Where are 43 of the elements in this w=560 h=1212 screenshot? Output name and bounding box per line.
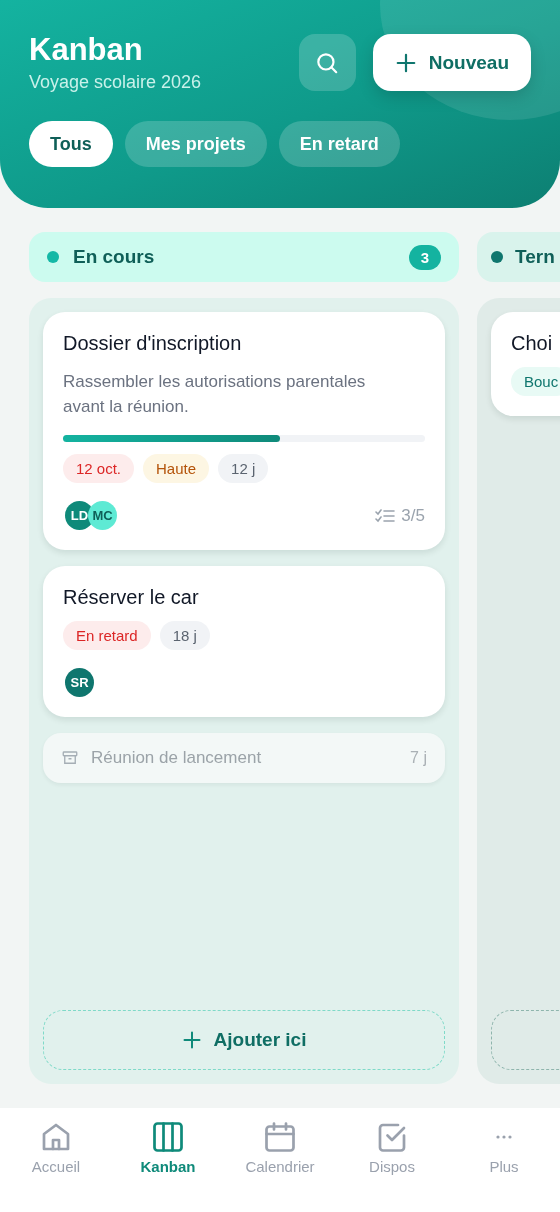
plus-icon	[394, 51, 417, 74]
home-icon	[41, 1122, 71, 1152]
card-description: Rassembler les autorisations parentales avant la réunion.	[63, 371, 367, 418]
calendar-icon	[265, 1122, 295, 1152]
checklist-icon	[375, 507, 396, 524]
tag: 18 j	[159, 621, 210, 650]
tag: En retard	[63, 621, 151, 650]
task-card[interactable]: Choi Bouc	[491, 312, 560, 416]
plus-icon	[181, 1030, 202, 1050]
filter-tab[interactable]: Tous	[29, 121, 113, 167]
columns-icon	[153, 1122, 183, 1152]
nav-item[interactable]: Calendrier	[224, 1122, 336, 1175]
column-title: Tern	[515, 246, 556, 268]
nav-item[interactable]: Accueil	[0, 1122, 112, 1175]
tag: Haute	[143, 454, 210, 483]
task-card[interactable]: Réserver le car En retard 18 j SR	[43, 566, 445, 717]
checklist-count: 3/5	[401, 505, 425, 526]
tag: 12 j	[218, 454, 269, 483]
nav-item[interactable]: Plus	[448, 1122, 560, 1175]
avatar: MC	[88, 501, 117, 530]
count-badge: 3	[408, 244, 441, 270]
card-title: Choi	[511, 332, 554, 355]
filter-tab[interactable]: En retard	[278, 121, 400, 167]
archive-icon	[61, 749, 79, 767]
archived-title: Réunion de lancement	[91, 748, 263, 768]
checkbox-icon	[377, 1122, 407, 1152]
tag: Bouc	[511, 367, 560, 396]
archived-days: 7 j	[410, 749, 427, 767]
task-card[interactable]: Dossier d'inscription Rassembler les autorisations parentales avant la réunion. 12 oct. Haute 12 j LD MC 3/5	[43, 312, 445, 550]
card-title: Réserver le car	[63, 586, 200, 609]
filter-tab[interactable]: Mes projets	[124, 121, 267, 167]
column-title: En cours	[73, 246, 156, 268]
archived-item[interactable]: Réunion de lancement 7 j	[43, 733, 445, 783]
page-title: Kanban	[29, 32, 144, 68]
search-button[interactable]	[298, 34, 356, 91]
card-title: Dossier d'inscription	[63, 332, 243, 355]
tag: 12 oct.	[63, 454, 135, 483]
nav-item[interactable]: Kanban	[112, 1122, 224, 1175]
add-card-button[interactable]: Ajouter ici	[43, 1010, 445, 1070]
new-button[interactable]: Nouveau	[372, 34, 531, 91]
page-subtitle: Voyage scolaire 2026	[29, 72, 203, 93]
nav-item[interactable]: Dispos	[336, 1122, 448, 1175]
avatar: SR	[65, 668, 94, 697]
